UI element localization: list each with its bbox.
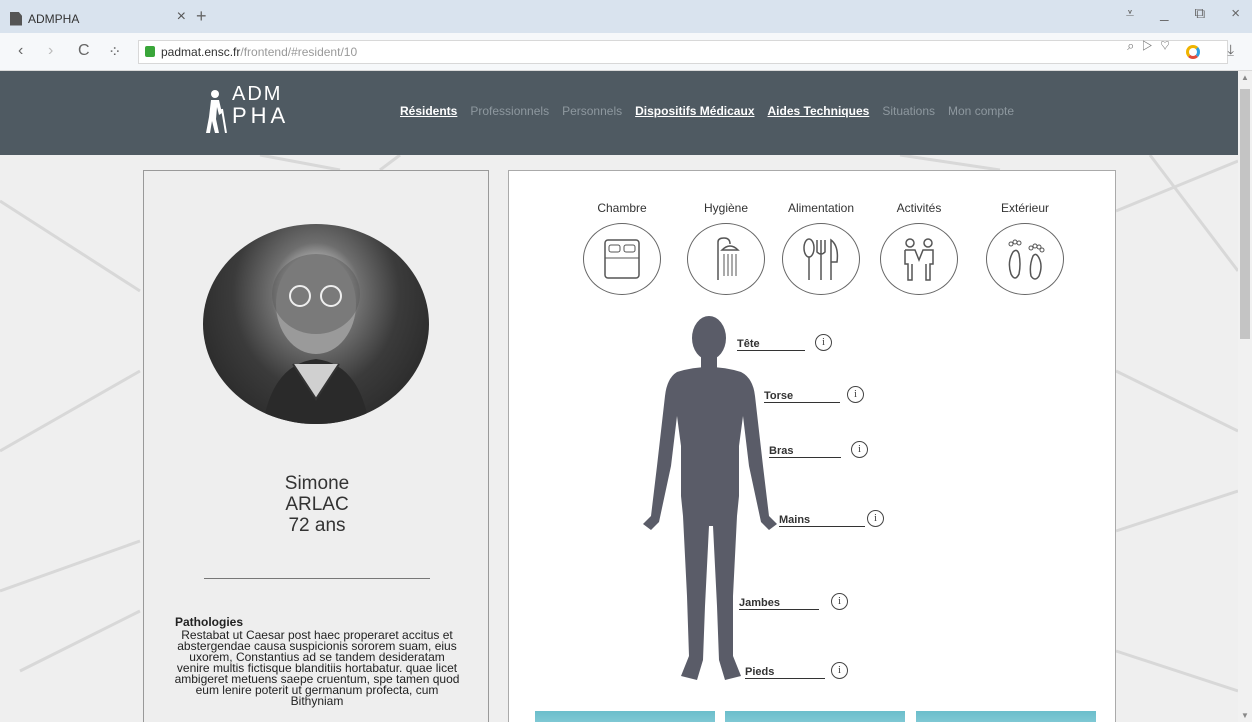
address-bar: ‹ › C ⁘ padmat.ensc.fr/frontend/#residen… <box>0 33 1252 71</box>
browser-tab-bar: ADMPHA × + ⩡ _ ⧉ × <box>0 0 1252 33</box>
category-activites[interactable]: Activités <box>878 201 960 295</box>
address-actions[interactable]: ⌕ ▷ ♡ <box>1127 38 1172 54</box>
nav-personnels[interactable]: Personnels <box>562 104 622 118</box>
nav-dispositifs-medicaux[interactable]: Dispositifs Médicaux <box>635 104 754 118</box>
resident-avatar <box>203 224 429 424</box>
resident-last-name: ARLAC <box>285 494 349 515</box>
body-part-mains[interactable]: Mains <box>779 514 865 527</box>
url-input[interactable]: padmat.ensc.fr/frontend/#resident/10 <box>138 40 1228 64</box>
scroll-down-icon[interactable]: ▼ <box>1241 711 1249 720</box>
action-tile[interactable] <box>916 711 1096 722</box>
body-part-pieds[interactable]: Pieds <box>745 666 825 679</box>
info-icon[interactable]: i <box>847 386 864 403</box>
forward-button[interactable]: › <box>48 42 53 60</box>
category-chambre[interactable]: Chambre <box>581 201 663 295</box>
tab-close-icon[interactable]: × <box>177 8 186 26</box>
lock-icon <box>145 46 155 57</box>
nav-mon-compte[interactable]: Mon compte <box>948 104 1014 118</box>
url-host: padmat.ensc.fr <box>161 45 241 59</box>
tab-title: ADMPHA <box>28 11 80 26</box>
apps-icon[interactable]: ⁘ <box>108 42 121 62</box>
info-icon[interactable]: i <box>851 441 868 458</box>
minimize-button[interactable]: _ <box>1160 5 1168 22</box>
restore-button[interactable]: ⧉ <box>1195 5 1206 22</box>
logo-text-bottom: PHA <box>232 103 290 128</box>
action-tile[interactable] <box>725 711 905 722</box>
resident-first-name: Simone <box>284 473 350 494</box>
pathologies-text: Restabat ut Caesar post haec properaret … <box>174 628 460 708</box>
page-scrollbar[interactable]: ▲ ▼ <box>1238 71 1252 722</box>
main-nav: Résidents Professionnels Personnels Disp… <box>400 104 1014 118</box>
elderly-figure-icon <box>206 90 227 133</box>
info-icon[interactable]: i <box>831 593 848 610</box>
scroll-up-icon[interactable]: ▲ <box>1241 73 1249 82</box>
body-part-tete[interactable]: Tête <box>737 338 805 351</box>
category-label: Extérieur <box>1000 201 1050 215</box>
bed-icon[interactable] <box>583 223 661 295</box>
site-logo[interactable]: ADM PHA <box>205 83 295 143</box>
back-button[interactable]: ‹ <box>18 42 23 60</box>
cutlery-icon[interactable] <box>782 223 860 295</box>
portrait-photo <box>263 254 369 424</box>
category-exterieur[interactable]: Extérieur <box>984 201 1066 295</box>
footprints-icon[interactable] <box>986 223 1064 295</box>
nav-aides-techniques[interactable]: Aides Techniques <box>768 104 870 118</box>
human-silhouette[interactable] <box>629 316 789 696</box>
body-part-torse[interactable]: Torse <box>764 390 840 403</box>
site-header: ADM PHA Résidents Professionnels Personn… <box>0 71 1238 155</box>
category-label: Chambre <box>597 201 647 215</box>
body-map-panel: Chambre Hygiène Alimentation Activités E… <box>508 170 1116 722</box>
info-icon[interactable]: i <box>867 510 884 527</box>
download-icon[interactable]: ⤓ <box>1227 42 1234 59</box>
new-tab-button[interactable]: + <box>196 6 207 27</box>
page: ADM PHA Résidents Professionnels Personn… <box>0 71 1238 722</box>
browser-tab[interactable]: ADMPHA × <box>0 4 186 33</box>
nav-situations[interactable]: Situations <box>882 104 935 118</box>
scrollbar-thumb[interactable] <box>1240 89 1250 339</box>
nav-professionnels[interactable]: Professionnels <box>470 104 549 118</box>
action-tile[interactable] <box>535 711 715 722</box>
category-hygiene[interactable]: Hygiène <box>685 201 767 295</box>
window-controls: ⩡ _ ⧉ × <box>1126 5 1240 22</box>
document-icon <box>10 11 22 26</box>
body-part-bras[interactable]: Bras <box>769 445 841 458</box>
url-path: /frontend/#resident/10 <box>240 45 358 59</box>
shower-icon[interactable] <box>687 223 765 295</box>
category-label: Hygiène <box>703 201 749 215</box>
people-icon[interactable] <box>880 223 958 295</box>
category-label: Alimentation <box>787 201 855 215</box>
close-window-button[interactable]: × <box>1231 5 1240 22</box>
info-icon[interactable]: i <box>831 662 848 679</box>
nav-residents[interactable]: Résidents <box>400 104 457 118</box>
profile-divider <box>204 578 430 579</box>
extension-icon[interactable] <box>1186 45 1200 59</box>
resident-age: 72 ans <box>288 515 346 536</box>
reload-button[interactable]: C <box>78 42 90 60</box>
pathologies-heading: Pathologies <box>175 615 244 629</box>
resident-identity: Simone ARLAC 72 ans <box>144 473 490 536</box>
category-alimentation[interactable]: Alimentation <box>771 201 871 295</box>
body-part-jambes[interactable]: Jambes <box>739 597 819 610</box>
resident-profile-panel: Simone ARLAC 72 ans Pathologies Restabat… <box>143 170 489 722</box>
tab-menu-icon[interactable]: ⩡ <box>1126 5 1134 22</box>
info-icon[interactable]: i <box>815 334 832 351</box>
category-label: Activités <box>896 201 942 215</box>
